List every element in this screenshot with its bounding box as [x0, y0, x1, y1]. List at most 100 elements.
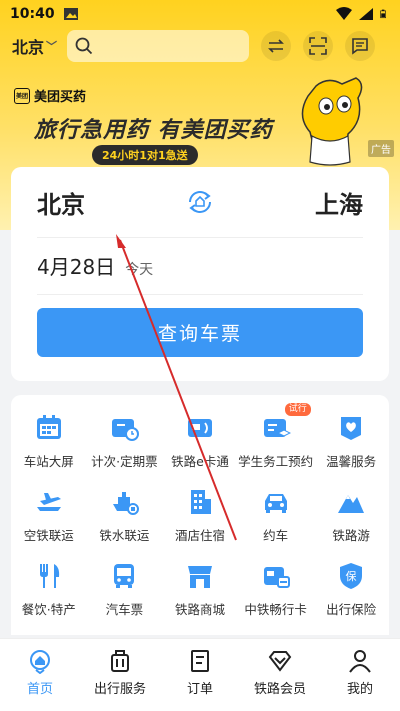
nav-item-order[interactable]: 订单: [160, 639, 240, 711]
promo-banner[interactable]: 美团 美团买药 旅行急用药 有美团买药 24小时1对1急送 广告: [0, 72, 400, 166]
search-row: 北京 ﹀: [0, 28, 400, 64]
service-label: 学生务工预约: [238, 454, 314, 469]
nav-label: 我的: [346, 682, 373, 697]
service-label: 铁路游: [332, 528, 370, 543]
service-item[interactable]: 铁水联运: [87, 483, 163, 545]
mascot-illustration-icon: [301, 77, 363, 166]
service-item[interactable]: 保出行保险: [313, 557, 389, 619]
service-item[interactable]: 铁路商城: [162, 557, 238, 619]
service-item[interactable]: 餐饮·特产: [11, 557, 87, 619]
banner-brand: 美团 美团买药: [14, 86, 86, 105]
message-button[interactable]: [345, 31, 376, 61]
service-item[interactable]: 汽车票: [87, 557, 163, 619]
station-screen-icon: [36, 415, 61, 439]
swap-button[interactable]: [261, 31, 292, 61]
dining-icon: [39, 564, 59, 588]
services-panel: 车站大屏 计次·定期票 铁路e卡通 学生务工预约 试行温馨服务空铁联运 铁水联运 酒店住宿 约…: [11, 395, 389, 635]
banner-brand-name: 美团买药: [34, 90, 87, 105]
air-rail-icon: [36, 493, 61, 511]
student-icon: [263, 419, 291, 437]
member-icon: [268, 651, 292, 672]
message-icon: [352, 38, 368, 55]
from-station[interactable]: 北京: [37, 185, 85, 220]
luggage-icon: [111, 650, 129, 672]
service-item[interactable]: 温馨服务: [313, 409, 389, 471]
date-selector[interactable]: 4月28日 今天: [37, 251, 153, 280]
divider: [37, 237, 363, 238]
nav-item-home[interactable]: 首页: [0, 639, 80, 711]
scan-icon: [309, 37, 327, 55]
status-bar: 10:40: [0, 0, 400, 28]
ship-rail-icon: [113, 492, 140, 515]
nav-label: 出行服务: [93, 682, 146, 697]
card-icon: [263, 567, 290, 588]
image-notification-icon: [63, 8, 78, 20]
chevron-down-icon: ﹀: [46, 40, 58, 53]
search-icon: [75, 37, 93, 55]
divider: [37, 294, 363, 295]
car-icon: [264, 494, 287, 513]
bus-icon: [114, 564, 135, 588]
bottom-nav: 首页 出行服务 订单 铁路会员 我的: [0, 638, 400, 711]
search-input[interactable]: [99, 38, 240, 54]
ticket-search-card: 北京 上海 4月28日 今天 查询车票: [11, 167, 389, 381]
hotel-icon: [190, 490, 211, 514]
date-note: 今天: [125, 262, 154, 278]
service-item[interactable]: 计次·定期票: [87, 409, 163, 471]
service-label: 计次·定期票: [91, 454, 158, 469]
nav-label: 订单: [186, 682, 213, 697]
to-station[interactable]: 上海: [315, 185, 363, 220]
city-name: 北京: [12, 38, 45, 57]
search-box[interactable]: [67, 30, 250, 62]
wifi-icon: [336, 7, 352, 20]
service-label: 中铁畅行卡: [244, 602, 307, 617]
service-item[interactable]: 空铁联运: [11, 483, 87, 545]
service-label: 空铁联运: [23, 528, 74, 543]
status-time: 10:40: [10, 6, 55, 22]
nav-item-luggage[interactable]: 出行服务: [80, 639, 160, 711]
nav-label: 首页: [26, 682, 53, 697]
swap-icon: [268, 39, 284, 53]
ticket-clock-icon: [112, 419, 140, 441]
heart-service-icon: [341, 417, 362, 440]
mountain-icon: [338, 495, 365, 513]
service-item[interactable]: 中铁畅行卡: [238, 557, 314, 619]
shop-icon: [187, 566, 212, 588]
city-selector[interactable]: 北京 ﹀: [12, 34, 57, 58]
battery-icon: [380, 9, 386, 19]
service-item[interactable]: 车站大屏: [11, 409, 87, 471]
insurance-icon: 保: [340, 563, 363, 589]
station-row: 北京 上海: [11, 167, 389, 237]
swap-stations-icon[interactable]: [185, 187, 215, 217]
service-label: 铁路商城: [174, 602, 225, 617]
order-icon: [191, 650, 209, 672]
signal-icon: [359, 8, 373, 20]
service-item[interactable]: 酒店住宿: [162, 483, 238, 545]
scan-button[interactable]: [303, 31, 334, 61]
trial-badge: 试行: [284, 403, 311, 416]
nav-item-member[interactable]: 铁路会员: [240, 639, 320, 711]
service-item[interactable]: 约车: [238, 483, 314, 545]
service-label: 出行保险: [326, 602, 377, 617]
meituan-logo-icon: 美团: [14, 87, 30, 104]
service-label: 车站大屏: [23, 454, 74, 469]
profile-icon: [349, 650, 371, 673]
svg-text:保: 保: [346, 569, 357, 583]
service-label: 酒店住宿: [174, 528, 225, 543]
service-label: 温馨服务: [326, 454, 377, 469]
service-item[interactable]: 铁路游: [313, 483, 389, 545]
service-label: 约车: [263, 528, 289, 543]
travel-date: 4月28日: [37, 255, 116, 279]
home-icon: [30, 650, 50, 674]
service-item[interactable]: 学生务工预约 试行: [238, 403, 314, 471]
query-tickets-button[interactable]: 查询车票: [37, 308, 363, 357]
ad-tag: 广告: [368, 140, 394, 157]
service-label: 铁水联运: [99, 528, 150, 543]
service-item[interactable]: 铁路e卡通: [162, 409, 238, 471]
nav-label: 铁路会员: [253, 682, 306, 697]
ecard-icon: [187, 419, 212, 437]
service-label: 铁路e卡通: [171, 454, 229, 469]
banner-slogan: 旅行急用药 有美团买药: [34, 118, 273, 143]
service-label: 餐饮·特产: [21, 602, 76, 617]
nav-item-profile[interactable]: 我的: [320, 639, 400, 711]
